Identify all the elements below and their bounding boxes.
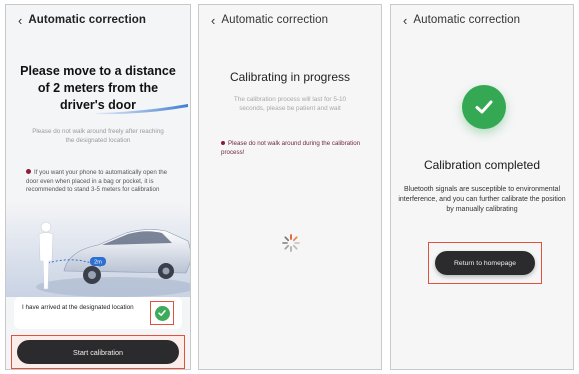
start-calibration-highlight: Start calibration (11, 335, 185, 369)
screen-calibration-completed: ‹ Automatic correction Calibration compl… (390, 4, 574, 370)
top-bar: ‹ Automatic correction (391, 5, 573, 35)
car-illustration: 2m (6, 201, 190, 297)
return-to-homepage-button[interactable]: Return to homepage (435, 251, 535, 275)
warning-bullet-icon (221, 141, 225, 145)
page-title: Automatic correction (413, 14, 521, 26)
arrival-confirmation-card: I have arrived at the designated locatio… (14, 297, 182, 329)
screen-calibrating: ‹ Automatic correction Calibrating in pr… (198, 4, 382, 370)
checkmark-icon (154, 305, 170, 321)
arrival-checkbox[interactable] (150, 301, 174, 325)
walk-notice: Please do not walk around freely after r… (32, 128, 164, 144)
tip-bullet-icon (26, 169, 31, 174)
loading-spinner-icon (282, 234, 300, 252)
calibrating-description: The calibration process will last for 5-… (233, 96, 347, 112)
page-title: Automatic correction (221, 14, 329, 26)
top-bar: ‹ Automatic correction (6, 5, 190, 35)
start-calibration-button[interactable]: Start calibration (17, 340, 179, 364)
distance-label: 2m (94, 260, 102, 266)
back-chevron-icon[interactable]: ‹ (211, 14, 215, 27)
top-bar: ‹ Automatic correction (199, 5, 381, 35)
back-chevron-icon[interactable]: ‹ (403, 14, 407, 27)
page-title: Automatic correction (28, 14, 147, 26)
decorative-swoosh (96, 104, 188, 115)
return-homepage-highlight: Return to homepage (428, 242, 542, 284)
completed-title: Calibration completed (423, 158, 541, 172)
distance-tip: If you want your phone to automatically … (26, 169, 176, 195)
screen-distance-instruction: ‹ Automatic correction Please move to a … (5, 4, 191, 370)
success-check-icon (462, 85, 506, 129)
warning-text: Please do not walk around during the cal… (221, 140, 361, 156)
arrival-label: I have arrived at the designated locatio… (22, 304, 134, 311)
calibrating-warning: Please do not walk around during the cal… (221, 140, 363, 157)
tip-text: If you want your phone to automatically … (26, 169, 168, 193)
back-chevron-icon[interactable]: ‹ (18, 14, 22, 27)
calibrating-title: Calibrating in progress (229, 70, 351, 84)
completed-description: Bluetooth signals are susceptible to env… (398, 186, 566, 213)
